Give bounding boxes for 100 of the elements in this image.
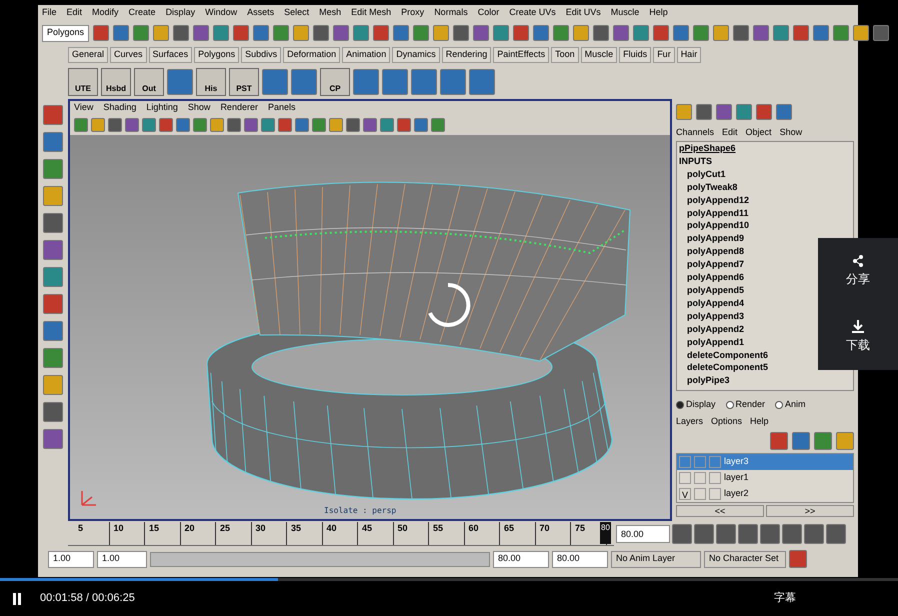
- character-set-dropdown[interactable]: No Character Set: [704, 550, 786, 568]
- shelf-icon[interactable]: [353, 69, 379, 95]
- menu-item[interactable]: Assets: [247, 6, 274, 20]
- input-node[interactable]: polyAppend12: [687, 194, 750, 207]
- menu-item[interactable]: Normals: [434, 6, 468, 20]
- shelf-tab[interactable]: Rendering: [442, 47, 492, 63]
- input-node[interactable]: polyPipe3: [687, 374, 730, 388]
- shelf-tab[interactable]: Muscle: [580, 47, 618, 63]
- layer-menu-item[interactable]: Options: [711, 415, 742, 429]
- playback-icon[interactable]: [694, 524, 714, 544]
- input-node[interactable]: polyAppend9: [687, 232, 744, 246]
- visibility-toggle[interactable]: [679, 472, 691, 484]
- menu-item[interactable]: Create UVs: [509, 6, 556, 20]
- scroll-button[interactable]: <<: [676, 505, 764, 517]
- input-node[interactable]: polyTweak8: [687, 180, 738, 194]
- shelf-button[interactable]: Hsbd: [101, 68, 131, 96]
- input-node[interactable]: deleteComponent5: [687, 361, 768, 374]
- tool-icon[interactable]: [173, 25, 190, 41]
- pause-icon[interactable]: [12, 592, 22, 606]
- shelf-tab[interactable]: Fur: [653, 47, 675, 63]
- tool-icon[interactable]: [853, 25, 870, 41]
- template-toggle[interactable]: [694, 456, 706, 468]
- menu-item[interactable]: Create: [128, 6, 156, 20]
- shelf-button[interactable]: PST: [229, 68, 259, 96]
- menu-item[interactable]: Color: [478, 6, 500, 20]
- input-node[interactable]: polyAppend1: [687, 336, 744, 348]
- tool-icon[interactable]: [793, 25, 810, 41]
- input-node[interactable]: polyAppend2: [687, 322, 744, 336]
- input-node[interactable]: polyAppend8: [687, 245, 744, 258]
- menu-item[interactable]: Edit: [66, 6, 82, 20]
- input-node[interactable]: polyAppend11: [687, 206, 749, 220]
- shelf-button[interactable]: Out: [134, 68, 164, 96]
- anim-layer-dropdown[interactable]: No Anim Layer: [611, 550, 701, 568]
- shelf-icon[interactable]: [167, 69, 193, 95]
- shelf-tab[interactable]: Polygons: [194, 47, 240, 63]
- tool-icon[interactable]: [733, 25, 750, 41]
- tool-icon[interactable]: [93, 25, 110, 41]
- tool-icon[interactable]: [613, 25, 630, 41]
- input-node[interactable]: polyAppend7: [687, 258, 744, 272]
- shelf-tab[interactable]: Fluids: [619, 47, 652, 63]
- playback-icon[interactable]: [716, 524, 736, 544]
- end-time-field[interactable]: 80.00: [552, 550, 608, 568]
- subtitles-button[interactable]: 字幕: [774, 590, 796, 607]
- start-time-field[interactable]: 1.00: [48, 550, 94, 568]
- menu-item[interactable]: Muscle: [610, 6, 640, 20]
- tool-icon[interactable]: [593, 25, 610, 41]
- tool-icon[interactable]: [753, 25, 770, 41]
- panel-menu-item[interactable]: Panels: [268, 101, 296, 115]
- color-swatch[interactable]: [709, 472, 721, 484]
- playback-icon[interactable]: [738, 524, 758, 544]
- shelf-button[interactable]: His: [196, 68, 226, 96]
- mode-radio[interactable]: Display: [676, 398, 716, 412]
- visibility-toggle[interactable]: V: [679, 488, 691, 500]
- template-toggle[interactable]: [694, 488, 706, 500]
- channel-menu-item[interactable]: Channels: [676, 126, 714, 140]
- shelf-icon[interactable]: [382, 69, 408, 95]
- color-swatch[interactable]: [709, 456, 721, 468]
- playback-start-field[interactable]: 1.00: [97, 550, 147, 568]
- tool-icon[interactable]: [233, 25, 250, 41]
- menu-item[interactable]: Edit Mesh: [351, 6, 392, 20]
- menu-item[interactable]: Mesh: [319, 6, 342, 20]
- object-name[interactable]: pPipeShape6: [679, 142, 853, 155]
- layer-row[interactable]: layer3: [677, 454, 853, 470]
- input-node[interactable]: polyAppend4: [687, 296, 744, 310]
- tool-icon[interactable]: [653, 25, 670, 41]
- shelf-button[interactable]: CP: [320, 68, 350, 96]
- tool-icon[interactable]: [333, 25, 350, 41]
- menu-item[interactable]: Select: [284, 6, 310, 20]
- shelf-tab[interactable]: Surfaces: [148, 47, 192, 63]
- panel-menu-item[interactable]: View: [74, 101, 94, 115]
- shelf-tab[interactable]: Curves: [110, 47, 147, 63]
- shelf-icon[interactable]: [440, 69, 466, 95]
- input-node[interactable]: polyAppend3: [687, 310, 744, 323]
- menu-item[interactable]: Modify: [92, 6, 119, 20]
- time-slider[interactable]: 5 10 15 20 25 30 35 40 45 50 55 60 65 70 75 80: [68, 522, 614, 546]
- mode-dropdown[interactable]: Polygons: [42, 24, 90, 42]
- shelf-tab[interactable]: Subdivs: [241, 47, 282, 63]
- menu-item[interactable]: Display: [166, 6, 196, 20]
- playback-icon[interactable]: [782, 524, 802, 544]
- shelf-tab[interactable]: Animation: [342, 47, 390, 63]
- channel-menu-item[interactable]: Edit: [722, 126, 738, 140]
- shelf-button[interactable]: UTE: [68, 68, 98, 96]
- template-toggle[interactable]: [694, 472, 706, 484]
- menu-item[interactable]: Help: [649, 6, 668, 20]
- layer-row[interactable]: V layer2: [677, 486, 853, 502]
- shelf-icon[interactable]: [291, 69, 317, 95]
- color-swatch[interactable]: [709, 488, 721, 500]
- share-button[interactable]: 分享: [818, 238, 898, 304]
- mode-radio[interactable]: Render: [726, 398, 766, 412]
- scroll-button[interactable]: >>: [766, 505, 854, 517]
- input-node[interactable]: polyAppend6: [687, 271, 744, 284]
- shelf-tab[interactable]: Deformation: [283, 47, 340, 63]
- playback-end-field[interactable]: 80.00: [493, 550, 549, 568]
- layer-menu-item[interactable]: Layers: [676, 415, 704, 429]
- panel-menu-item[interactable]: Renderer: [220, 101, 258, 115]
- shelf-tab[interactable]: Toon: [551, 47, 579, 63]
- menu-item[interactable]: Edit UVs: [566, 6, 601, 20]
- tool-icon[interactable]: [473, 25, 490, 41]
- layer-row[interactable]: layer1: [677, 470, 853, 486]
- tool-icon[interactable]: [313, 25, 330, 41]
